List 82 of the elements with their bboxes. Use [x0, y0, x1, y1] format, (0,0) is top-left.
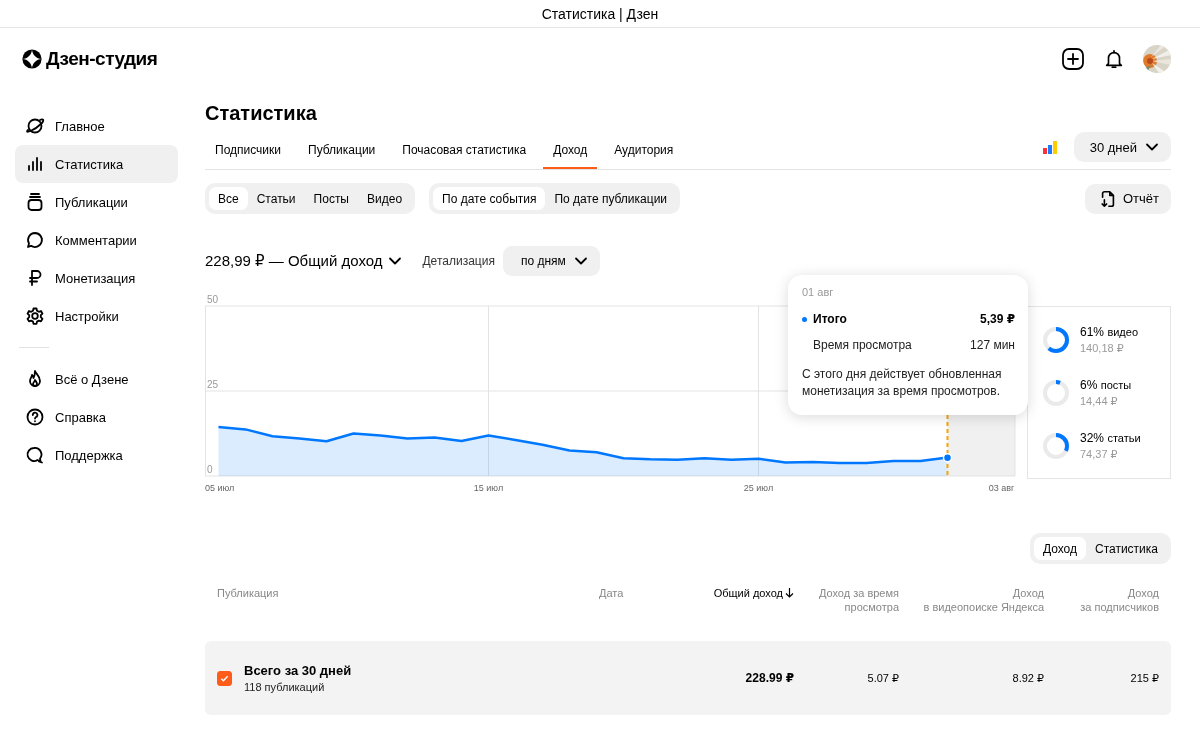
donut-chart: [1042, 431, 1070, 460]
chat-icon: [25, 445, 45, 465]
tooltip-value: 127 мин: [970, 338, 1015, 352]
sidebar-item[interactable]: Поддержка: [15, 436, 178, 474]
logo-text: Дзен-студия: [46, 48, 158, 70]
row-subtitle: 118 публикаций: [244, 681, 326, 693]
filter-option[interactable]: Статистика: [1085, 537, 1167, 560]
filter-option[interactable]: По дате публикации: [545, 187, 677, 210]
x-tick-label: 15 июл: [473, 483, 504, 493]
column-header[interactable]: Доход в видеопоиске Яндекса: [899, 586, 1044, 641]
help-icon: [25, 407, 45, 427]
stack-icon: [25, 192, 45, 212]
sidebar-item[interactable]: Главное: [15, 107, 178, 145]
x-tick-label: 03 авг: [988, 483, 1015, 493]
series-dot: [802, 316, 807, 322]
planet-icon: [25, 116, 45, 136]
report-button[interactable]: Отчёт: [1084, 183, 1171, 214]
filter-option[interactable]: Статьи: [247, 187, 305, 210]
sidebar-item[interactable]: Статистика: [15, 145, 178, 183]
tab[interactable]: Доход: [543, 133, 598, 169]
sidebar-item[interactable]: Комментарии: [15, 221, 178, 259]
x-tick-label: 25 июл: [743, 483, 774, 493]
sidebar-item[interactable]: Монетизация: [15, 259, 178, 297]
window-title: Статистика | Дзен: [541, 5, 659, 22]
check-icon: [220, 673, 229, 683]
table-cell-text: 5.07 ₽: [866, 671, 899, 685]
tooltip-label: Итого: [813, 312, 847, 326]
filter-option[interactable]: Посты: [304, 187, 358, 210]
y-tick-label: 0: [207, 464, 213, 475]
tab[interactable]: Почасовая статистика: [392, 133, 537, 169]
detail-dropdown[interactable]: по дням: [502, 246, 600, 276]
sidebar-item[interactable]: Настройки: [15, 297, 178, 335]
sort-arrow-icon[interactable]: [785, 587, 794, 598]
speech-bubble-icon: [25, 230, 45, 250]
share-amount: 140,18 ₽: [1080, 341, 1125, 355]
y-tick-label: 25: [207, 379, 219, 390]
bell-icon[interactable]: [1103, 48, 1125, 70]
donut-chart: [1042, 378, 1070, 407]
tab[interactable]: Аудитория: [604, 133, 684, 169]
table-cell-text: 215 ₽: [1129, 671, 1159, 685]
column-header[interactable]: Доход за подписчиков: [1044, 586, 1159, 641]
bar-chart-icon: [25, 154, 45, 174]
tooltip-label: Время просмотра: [813, 338, 912, 352]
add-icon[interactable]: [1061, 47, 1085, 71]
metric-dropdown[interactable]: 228,99 ₽ — Общий доход: [205, 252, 403, 270]
share-amount: 74,37 ₽: [1080, 447, 1119, 461]
tooltip-value: 5,39 ₽: [979, 312, 1015, 326]
tooltip-note: С этого дня действует обновленная монетизация за время просмотров.: [802, 366, 1003, 401]
share-label: статьи: [1107, 431, 1141, 444]
x-tick-label: 05 июл: [205, 483, 235, 493]
logo-icon: [22, 49, 42, 69]
page-title: Статистика: [205, 102, 318, 125]
checkbox[interactable]: [217, 670, 232, 686]
column-header[interactable]: Дата: [599, 586, 699, 641]
share-label: посты: [1100, 378, 1132, 391]
sidebar-item[interactable]: Всё о Дзене: [15, 360, 178, 398]
filter-option[interactable]: Доход: [1033, 537, 1086, 560]
filter-option[interactable]: По дате события: [433, 187, 546, 210]
share-label: видео: [1107, 325, 1139, 338]
row-title: Всего за 30 дней: [244, 663, 352, 678]
column-header[interactable]: Общий доход: [713, 586, 783, 601]
settings-icon: [25, 306, 45, 326]
tab[interactable]: Публикации: [298, 133, 386, 169]
table-cell-text: 228.99 ₽: [744, 671, 794, 685]
column-header[interactable]: Публикация: [217, 586, 599, 641]
sidebar-item[interactable]: Справка: [15, 398, 178, 436]
detail-label: Детализация: [422, 254, 495, 268]
table-cell-text: 8.92 ₽: [1011, 671, 1044, 685]
share-percent: 32%: [1080, 430, 1105, 445]
share-amount: 14,44 ₽: [1080, 394, 1119, 408]
column-header[interactable]: Доход за время просмотра: [794, 586, 899, 641]
tooltip-date: 01 авг: [802, 286, 835, 298]
share-percent: 6%: [1080, 377, 1098, 392]
filter-option[interactable]: Все: [209, 187, 248, 210]
filter-option[interactable]: Видео: [358, 187, 412, 210]
bar-chart-icon: [1041, 139, 1058, 155]
donut-chart: [1042, 325, 1070, 354]
share-percent: 61%: [1080, 324, 1105, 339]
period-dropdown[interactable]: 30 дней: [1073, 132, 1171, 162]
sidebar-item[interactable]: Публикации: [15, 183, 178, 221]
tab[interactable]: Подписчики: [205, 133, 291, 169]
y-tick-label: 50: [207, 294, 219, 305]
